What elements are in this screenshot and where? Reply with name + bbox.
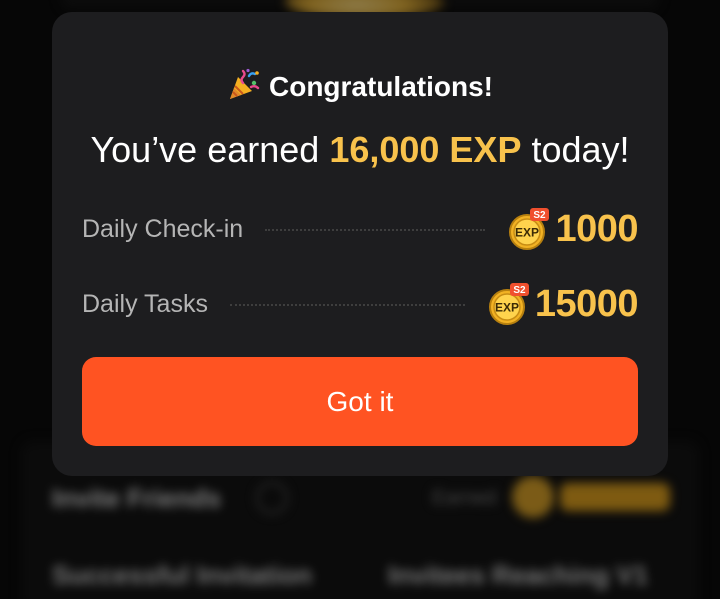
earned-suffix: today! bbox=[521, 129, 630, 170]
party-popper-icon bbox=[230, 68, 260, 99]
reward-label: Daily Tasks bbox=[82, 289, 208, 318]
reward-value: 15000 bbox=[534, 282, 639, 325]
exp-coin-icon: EXP S2 bbox=[488, 283, 529, 325]
congratulations-dialog: Congratulations! You’ve earned 16,000 EX… bbox=[52, 12, 668, 476]
reward-value: 1000 bbox=[555, 207, 638, 250]
season-tag: S2 bbox=[513, 285, 526, 296]
dotted-leader bbox=[229, 303, 465, 306]
earned-total: 16,000 EXP bbox=[329, 129, 522, 170]
reward-label: Daily Check-in bbox=[82, 214, 244, 243]
exp-coin-icon: EXP S2 bbox=[509, 208, 550, 250]
exp-coin-text: EXP bbox=[495, 301, 519, 315]
dotted-leader bbox=[265, 228, 486, 231]
reward-amount: EXP S2 15000 bbox=[487, 282, 639, 326]
earned-prefix: You’ve earned bbox=[90, 129, 330, 170]
reward-row-daily-tasks: Daily Tasks EXP S2 15000 bbox=[82, 282, 639, 326]
exp-coin-text: EXP bbox=[515, 226, 539, 240]
dialog-title-text: Congratulations! bbox=[269, 71, 493, 102]
reward-row-daily-checkin: Daily Check-in EXP S2 1000 bbox=[82, 207, 638, 251]
got-it-button[interactable]: Got it bbox=[82, 357, 638, 446]
dialog-title: Congratulations! bbox=[52, 68, 668, 103]
reward-amount: EXP S2 1000 bbox=[507, 207, 638, 251]
earned-summary: You’ve earned 16,000 EXP today! bbox=[52, 129, 668, 171]
season-tag: S2 bbox=[534, 210, 547, 221]
